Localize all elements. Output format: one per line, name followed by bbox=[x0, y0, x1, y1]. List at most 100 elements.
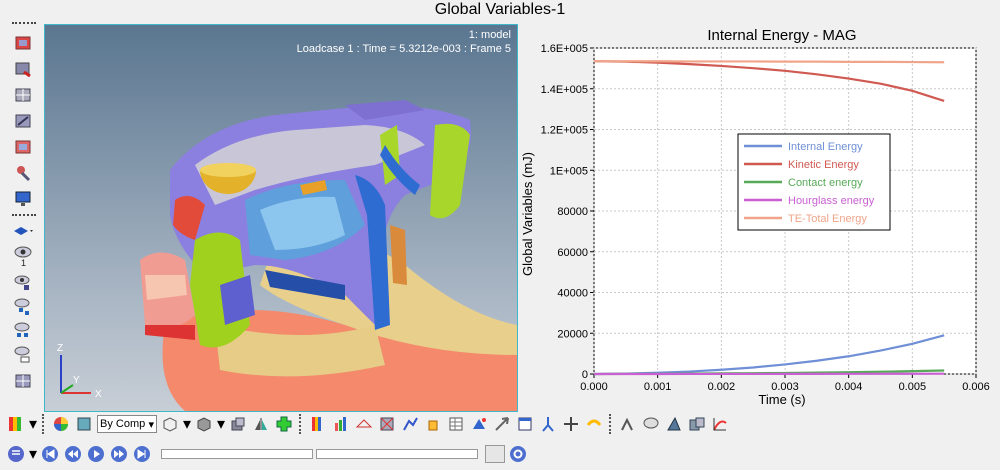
dropdown-arrow-icon[interactable]: ▾ bbox=[29, 444, 37, 464]
shaded-icon[interactable] bbox=[194, 414, 214, 434]
x-tick-label: 0.002 bbox=[708, 381, 736, 393]
measure-icon[interactable] bbox=[12, 136, 34, 158]
eye-icon[interactable]: 1 bbox=[12, 244, 34, 270]
export-icon[interactable] bbox=[687, 414, 707, 434]
add-icon[interactable] bbox=[274, 414, 294, 434]
graph-icon[interactable] bbox=[710, 414, 730, 434]
legend-entry: Hourglass energy bbox=[788, 195, 875, 207]
step-forward-icon[interactable] bbox=[109, 444, 129, 464]
mirror-icon[interactable] bbox=[251, 414, 271, 434]
contour-icon[interactable] bbox=[12, 84, 34, 106]
legend-entry: Kinetic Energy bbox=[788, 159, 859, 171]
toolbar-separator bbox=[42, 414, 46, 434]
x-tick-label: 0.004 bbox=[835, 381, 863, 393]
y-tick-label: 1.4E+005 bbox=[541, 84, 588, 96]
section-cut-icon[interactable] bbox=[354, 414, 374, 434]
toolbar-separator bbox=[609, 414, 613, 434]
hand-icon[interactable] bbox=[423, 414, 443, 434]
chart-y-axis-label: Global Variables (mJ) bbox=[520, 152, 535, 276]
last-frame-icon[interactable] bbox=[132, 444, 152, 464]
y-tick-label: 40000 bbox=[557, 288, 588, 300]
y-tick-label: 1E+005 bbox=[550, 165, 588, 177]
color-by-value: By Comp bbox=[100, 418, 146, 430]
component-color-icon[interactable] bbox=[74, 414, 94, 434]
vector-icon[interactable] bbox=[492, 414, 512, 434]
monitor-icon[interactable] bbox=[12, 188, 34, 210]
bars-icon[interactable] bbox=[331, 414, 351, 434]
legend-entry: TE-Total Energy bbox=[788, 213, 867, 225]
dropdown-arrow-icon[interactable]: ▾ bbox=[29, 414, 37, 434]
x-tick-label: 0.005 bbox=[899, 381, 927, 393]
tracking-icon[interactable] bbox=[538, 414, 558, 434]
energy-chart: Internal Energy - MAG Global Variables (… bbox=[520, 27, 990, 407]
tree-collapse-icon[interactable] bbox=[12, 344, 34, 366]
chart-pane[interactable]: Internal Energy - MAG Global Variables (… bbox=[518, 22, 1000, 410]
y-tick-label: 60000 bbox=[557, 247, 588, 259]
y-tick-label: 80000 bbox=[557, 206, 588, 218]
chart-title: Internal Energy - MAG bbox=[707, 27, 856, 44]
dropdown-arrow-icon[interactable]: ▾ bbox=[217, 414, 225, 434]
tree-icon[interactable] bbox=[12, 296, 34, 318]
window-title: Global Variables-1 bbox=[434, 1, 566, 18]
chart-x-axis-label: Time (s) bbox=[758, 392, 805, 407]
table-icon[interactable] bbox=[446, 414, 466, 434]
query-icon[interactable] bbox=[469, 414, 489, 434]
wireframe-icon[interactable] bbox=[160, 414, 180, 434]
first-frame-icon[interactable] bbox=[40, 444, 60, 464]
y-tick-label: 0 bbox=[582, 369, 588, 381]
slider-handle[interactable] bbox=[485, 445, 505, 463]
transparency-icon[interactable] bbox=[228, 414, 248, 434]
eye-label: 1 bbox=[21, 258, 26, 268]
view-icon[interactable] bbox=[12, 32, 34, 54]
y-tick-label: 1.6E+005 bbox=[541, 43, 588, 55]
play-icon[interactable] bbox=[86, 444, 106, 464]
layer-icon[interactable] bbox=[12, 220, 34, 242]
contour-icon[interactable] bbox=[6, 414, 26, 434]
animation-speed-slider[interactable] bbox=[316, 449, 478, 459]
bottom-toolbar: ▾ By Comp ▾ ▾ ▾ ▾ bbox=[0, 410, 1000, 470]
toolbar-row-1: ▾ By Comp ▾ ▾ ▾ bbox=[6, 412, 730, 436]
display-icon[interactable] bbox=[12, 58, 34, 80]
eye-filter-icon[interactable] bbox=[12, 272, 34, 294]
toolbar-separator bbox=[299, 414, 303, 434]
dropdown-arrow-icon[interactable]: ▾ bbox=[183, 414, 191, 434]
curve-icon[interactable] bbox=[584, 414, 604, 434]
cube-icon[interactable] bbox=[377, 414, 397, 434]
x-tick-label: 0.001 bbox=[644, 381, 672, 393]
note-icon[interactable] bbox=[515, 414, 535, 434]
vehicle-model bbox=[140, 100, 517, 411]
plot-icon[interactable] bbox=[400, 414, 420, 434]
series-line-te-total-energy bbox=[594, 60, 945, 64]
color-by-select[interactable]: By Comp ▾ bbox=[97, 415, 157, 433]
probe-icon[interactable] bbox=[664, 414, 684, 434]
left-toolbar: 1 bbox=[6, 22, 40, 402]
y-tick-label: 20000 bbox=[557, 328, 588, 340]
loadcase-label: Loadcase 1 : Time = 5.3212e-003 : Frame … bbox=[296, 43, 511, 55]
toolbar-grip[interactable] bbox=[12, 22, 36, 28]
axis-y-label: Y bbox=[73, 375, 80, 386]
model-viewport[interactable]: 1: model Loadcase 1 : Time = 5.3212e-003… bbox=[44, 24, 518, 412]
legend-icon[interactable] bbox=[308, 414, 328, 434]
axis-triad: Z Y X bbox=[57, 343, 102, 400]
x-tick-label: 0.006 bbox=[962, 381, 990, 393]
x-tick-label: 0.003 bbox=[771, 381, 799, 393]
step-back-icon[interactable] bbox=[63, 444, 83, 464]
tree-expand-icon[interactable] bbox=[12, 320, 34, 342]
axis-x-label: X bbox=[95, 389, 102, 400]
axis-z-label: Z bbox=[57, 343, 63, 354]
animation-slider[interactable] bbox=[161, 449, 313, 459]
section-icon[interactable] bbox=[12, 110, 34, 132]
function-icon[interactable] bbox=[618, 414, 638, 434]
tool-icon[interactable] bbox=[12, 162, 34, 184]
gear-icon[interactable] bbox=[508, 444, 528, 464]
comment-icon[interactable] bbox=[641, 414, 661, 434]
chevron-down-icon: ▾ bbox=[148, 418, 154, 431]
grid-icon[interactable] bbox=[12, 370, 34, 392]
animation-mode-icon[interactable] bbox=[6, 444, 26, 464]
move-icon[interactable] bbox=[561, 414, 581, 434]
animation-controls: ▾ bbox=[6, 442, 528, 466]
legend-entry: Internal Energy bbox=[788, 141, 863, 153]
legend-entry: Contact energy bbox=[788, 177, 863, 189]
model-label: 1: model bbox=[468, 29, 511, 41]
color-wheel-icon[interactable] bbox=[51, 414, 71, 434]
